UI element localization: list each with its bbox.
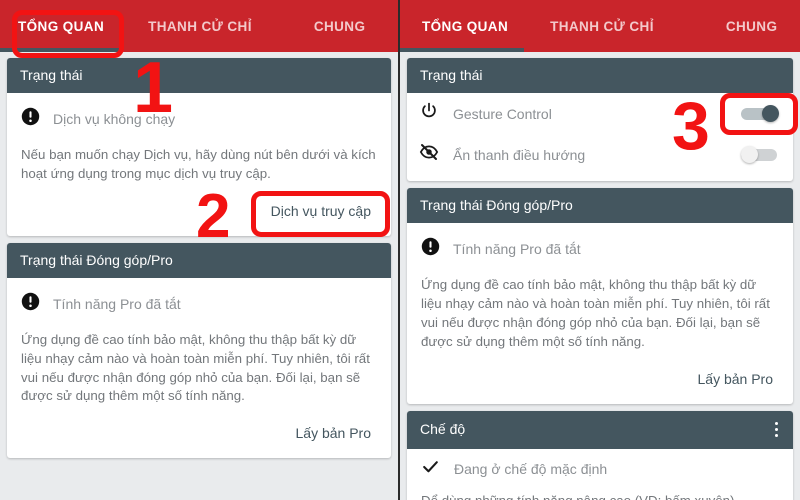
exclamation-circle-icon bbox=[21, 292, 40, 316]
right-pro-card-header: Trạng thái Đóng góp/Pro bbox=[407, 188, 793, 223]
active-tab-underline bbox=[400, 48, 525, 52]
left-status-card-body: Dịch vụ không chạy Nếu bạn muốn chạy Dịc… bbox=[7, 93, 391, 236]
tab-chung[interactable]: CHUNG bbox=[670, 0, 794, 52]
tab-label: CHUNG bbox=[725, 18, 778, 34]
pro-description: Ứng dụng đề cao tính bảo mật, không thu … bbox=[421, 277, 770, 349]
left-phone-screen: TỔNG QUAN THANH CỬ CHỈ CHUNG Trạng thái bbox=[0, 0, 400, 500]
exclamation-circle-icon bbox=[21, 107, 40, 131]
pro-status-text: Tính năng Pro đã tắt bbox=[453, 241, 581, 257]
tab-tong-quan[interactable]: TỔNG QUAN bbox=[0, 0, 121, 52]
tab-tong-quan[interactable]: TỔNG QUAN bbox=[400, 0, 525, 52]
mode-card-header: Chế độ bbox=[407, 410, 793, 449]
power-icon bbox=[419, 101, 439, 126]
right-status-card-header: Trạng thái bbox=[407, 58, 793, 93]
accessibility-service-button[interactable]: Dịch vụ truy cập bbox=[265, 198, 377, 224]
exclamation-circle-icon bbox=[421, 237, 440, 261]
pro-status-row: Tính năng Pro đã tắt bbox=[421, 233, 779, 263]
gesture-control-label: Gesture Control bbox=[453, 105, 552, 122]
toggle-thumb bbox=[762, 105, 779, 122]
card-title: Trạng thái bbox=[20, 67, 83, 83]
tab-thanh-cu-chi[interactable]: THANH CỬ CHỈ bbox=[524, 0, 670, 52]
screenshot-root: TỔNG QUAN THANH CỬ CHỈ CHUNG Trạng thái bbox=[0, 0, 800, 500]
left-pro-card-header: Trạng thái Đóng góp/Pro bbox=[7, 242, 391, 278]
hide-navbar-toggle[interactable] bbox=[741, 146, 779, 163]
check-icon bbox=[421, 457, 440, 481]
more-vertical-icon[interactable] bbox=[773, 420, 781, 440]
right-status-card: Trạng thái Gesture Control Ẩn thanh điều… bbox=[407, 58, 793, 181]
hide-navbar-row[interactable]: Ẩn thanh điều hướng bbox=[407, 134, 793, 175]
right-tab-bar: TỔNG QUAN THANH CỬ CHỈ CHUNG bbox=[400, 0, 800, 52]
tab-label: THANH CỬ CHỈ bbox=[148, 18, 252, 34]
card-title: Chế độ bbox=[420, 421, 466, 438]
left-status-action-row: Dịch vụ truy cập bbox=[21, 198, 377, 224]
current-mode-row: Đang ở chế độ mặc định bbox=[407, 449, 793, 485]
right-pro-action-row: Lấy bản Pro bbox=[421, 366, 779, 392]
pro-status-row: Tính năng Pro đã tắt bbox=[21, 288, 377, 318]
service-status-row: Dịch vụ không chạy bbox=[21, 103, 377, 133]
tab-label: CHUNG bbox=[313, 18, 366, 34]
hide-navbar-label: Ẩn thanh điều hướng bbox=[453, 146, 586, 163]
left-status-card-header: Trạng thái bbox=[7, 58, 391, 93]
tab-label: THANH CỬ CHỈ bbox=[550, 18, 654, 34]
left-tab-bar: TỔNG QUAN THANH CỬ CHỈ CHUNG bbox=[0, 0, 398, 52]
right-phone-screen: TỔNG QUAN THANH CỬ CHỈ CHUNG Trạng thái bbox=[400, 0, 800, 500]
right-pro-card: Trạng thái Đóng góp/Pro Tính năng Pro đã… bbox=[407, 188, 793, 404]
tab-thanh-cu-chi[interactable]: THANH CỬ CHỈ bbox=[120, 0, 268, 52]
active-tab-underline bbox=[0, 48, 121, 52]
toggle-thumb bbox=[741, 146, 758, 163]
mode-card: Chế độ Đang ở chế độ mặc định Để dùng nh… bbox=[407, 410, 793, 500]
eye-off-icon bbox=[419, 142, 439, 167]
gesture-control-row[interactable]: Gesture Control bbox=[407, 93, 793, 134]
tab-label: TỔNG QUAN bbox=[18, 18, 105, 34]
left-content: Trạng thái Dịch vụ không chạy Nếu bạn mu… bbox=[0, 52, 398, 459]
right-content: Trạng thái Gesture Control Ẩn thanh điều… bbox=[400, 52, 800, 500]
gesture-control-toggle[interactable] bbox=[741, 105, 779, 122]
pro-description: Ứng dụng đề cao tính bảo mật, không thu … bbox=[21, 331, 370, 404]
right-pro-card-body: Tính năng Pro đã tắt Ứng dụng đề cao tín… bbox=[407, 223, 793, 404]
tab-chung[interactable]: CHUNG bbox=[268, 0, 382, 52]
current-mode-label: Đang ở chế độ mặc định bbox=[454, 461, 608, 477]
get-pro-button[interactable]: Lấy bản Pro bbox=[290, 420, 378, 446]
mode-description: Để dùng những tính năng nâng cao (VD: bấ… bbox=[407, 485, 793, 500]
card-title: Trạng thái Đóng góp/Pro bbox=[420, 197, 573, 213]
left-pro-action-row: Lấy bản Pro bbox=[21, 420, 377, 446]
service-status-description: Nếu bạn muốn chạy Dịch vụ, hãy dùng nút … bbox=[21, 147, 376, 181]
service-status-text: Dịch vụ không chạy bbox=[53, 111, 176, 127]
left-pro-card: Trạng thái Đóng góp/Pro Tính năng Pro đã… bbox=[7, 242, 391, 459]
pro-status-text: Tính năng Pro đã tắt bbox=[53, 295, 181, 312]
left-status-card: Trạng thái Dịch vụ không chạy Nếu bạn mu… bbox=[7, 58, 391, 236]
card-title: Trạng thái Đóng góp/Pro bbox=[20, 251, 173, 268]
card-title: Trạng thái bbox=[420, 67, 483, 83]
get-pro-button[interactable]: Lấy bản Pro bbox=[692, 366, 780, 392]
left-pro-card-body: Tính năng Pro đã tắt Ứng dụng đề cao tín… bbox=[7, 278, 391, 459]
tab-label: TỔNG QUAN bbox=[422, 18, 509, 34]
